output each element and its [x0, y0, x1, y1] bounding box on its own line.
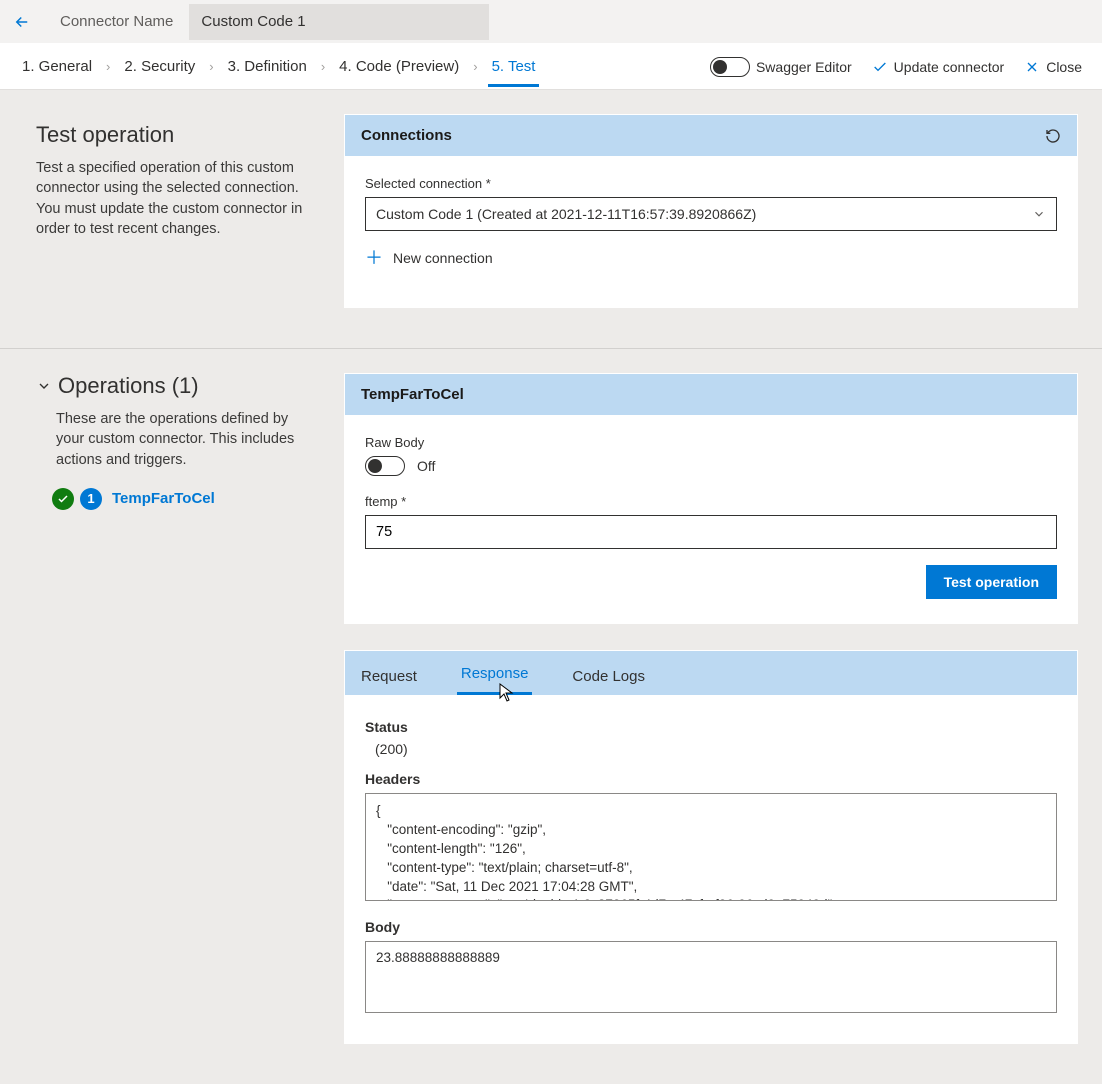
operations-title: Operations (1) [58, 373, 199, 399]
body-label: Body [365, 919, 1057, 935]
body-textarea[interactable]: 23.88888888888889 [365, 941, 1057, 1013]
result-card: Request Response Code Logs Status (200) … [344, 650, 1078, 1044]
selected-connection-value: Custom Code 1 (Created at 2021-12-11T16:… [376, 206, 756, 222]
ftemp-label: ftemp * [365, 494, 1057, 509]
test-op-desc: Test a specified operation of this custo… [36, 158, 304, 239]
operation-card-header: TempFarToCel [345, 374, 1077, 415]
chevron-right-icon: › [209, 59, 213, 74]
step-code[interactable]: 4. Code (Preview) [337, 58, 461, 75]
operations-toggle[interactable]: Operations (1) [36, 373, 304, 399]
connector-name-value: Custom Code 1 [201, 13, 305, 30]
raw-body-label: Raw Body [365, 435, 1057, 450]
status-label: Status [365, 719, 1057, 735]
tab-response[interactable]: Response [457, 665, 533, 695]
update-connector-button[interactable]: Update connector [872, 59, 1005, 75]
operations-desc: These are the operations defined by your… [56, 409, 304, 470]
connections-header: Connections [345, 115, 1077, 156]
new-connection-button[interactable]: ＋ New connection [365, 249, 1057, 267]
headers-label: Headers [365, 771, 1057, 787]
step-definition[interactable]: 3. Definition [226, 58, 309, 75]
chevron-down-icon [36, 378, 52, 394]
selected-connection-dropdown[interactable]: Custom Code 1 (Created at 2021-12-11T16:… [365, 197, 1057, 231]
step-security[interactable]: 2. Security [122, 58, 197, 75]
close-label: Close [1046, 59, 1082, 75]
operation-count-badge: 1 [80, 488, 102, 510]
top-header: Connector Name Custom Code 1 [0, 0, 1102, 44]
check-circle-icon [52, 488, 74, 510]
step-test[interactable]: 5. Test [490, 58, 538, 75]
connections-title: Connections [361, 127, 452, 144]
connector-name-input[interactable]: Custom Code 1 [189, 4, 489, 40]
refresh-icon[interactable] [1045, 128, 1061, 144]
raw-body-state: Off [417, 458, 435, 474]
test-operation-button[interactable]: Test operation [926, 565, 1057, 599]
tab-code-logs[interactable]: Code Logs [568, 668, 649, 695]
new-connection-label: New connection [393, 250, 493, 266]
result-tabs: Request Response Code Logs [345, 651, 1077, 695]
operation-item[interactable]: 1 TempFarToCel [52, 488, 304, 510]
operations-side: Operations (1) These are the operations … [24, 373, 304, 510]
ftemp-input[interactable] [365, 515, 1057, 549]
selected-connection-label: Selected connection * [365, 176, 1057, 191]
update-connector-label: Update connector [894, 59, 1005, 75]
back-button[interactable] [0, 13, 44, 31]
test-op-title: Test operation [36, 122, 304, 148]
main-area: Test operation Test a specified operatio… [0, 90, 1102, 1084]
chevron-right-icon: › [473, 59, 477, 74]
raw-body-toggle[interactable] [365, 456, 405, 476]
test-op-side: Test operation Test a specified operatio… [24, 114, 304, 239]
tab-request[interactable]: Request [357, 668, 421, 695]
close-button[interactable]: Close [1024, 59, 1082, 75]
wizard-steps: 1. General › 2. Security › 3. Definition… [0, 44, 1102, 90]
chevron-right-icon: › [106, 59, 110, 74]
chevron-down-icon [1032, 207, 1046, 221]
status-value: (200) [365, 741, 1057, 757]
chevron-right-icon: › [321, 59, 325, 74]
operation-card: TempFarToCel Raw Body Off ftemp * Test o… [344, 373, 1078, 624]
swagger-editor-toggle[interactable]: Swagger Editor [710, 57, 852, 77]
operation-card-title: TempFarToCel [361, 386, 464, 403]
plus-icon: ＋ [365, 249, 383, 267]
check-icon [872, 59, 888, 75]
header-actions: Swagger Editor Update connector Close [710, 57, 1082, 77]
arrow-left-icon [13, 13, 31, 31]
headers-textarea[interactable]: { "content-encoding": "gzip", "content-l… [365, 793, 1057, 901]
connections-card: Connections Selected connection * Custom… [344, 114, 1078, 308]
operation-name: TempFarToCel [112, 490, 215, 507]
connector-name-label: Connector Name [44, 13, 189, 30]
swagger-editor-label: Swagger Editor [756, 59, 852, 75]
step-general[interactable]: 1. General [20, 58, 94, 75]
close-icon [1024, 59, 1040, 75]
